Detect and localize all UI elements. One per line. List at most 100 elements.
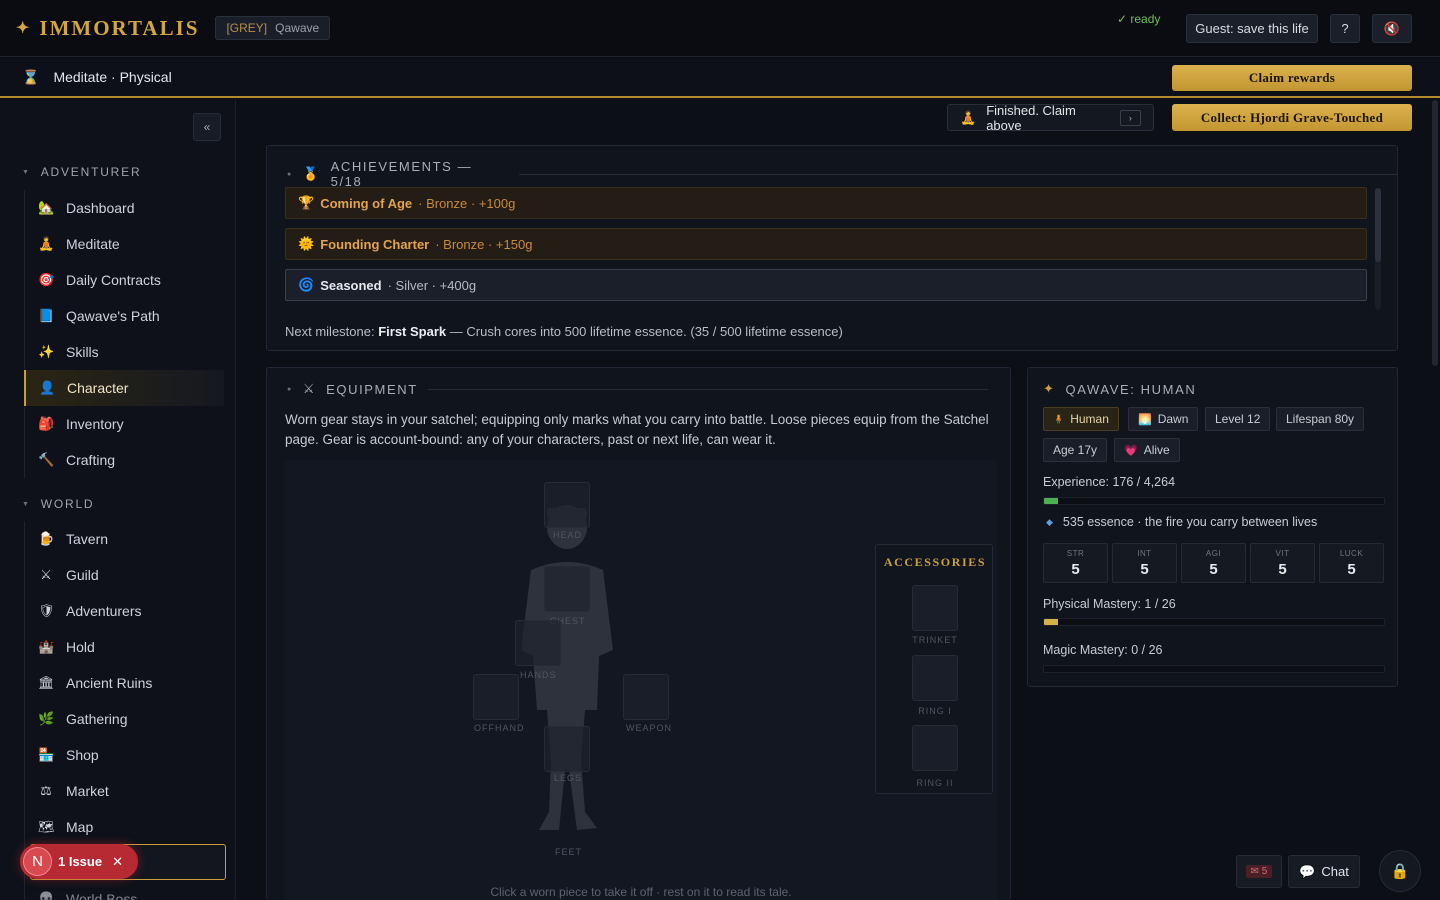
stat-key: LUCK bbox=[1339, 549, 1364, 558]
help-button[interactable]: ? bbox=[1330, 14, 1360, 43]
offhand-slot[interactable] bbox=[473, 674, 519, 720]
sidebar-item-label: Qawave's Path bbox=[66, 308, 160, 324]
stat-key: VIT bbox=[1275, 549, 1290, 558]
sidebar-item-market[interactable]: ⚖ Market bbox=[25, 773, 224, 809]
beer-icon: 🍺 bbox=[38, 531, 55, 546]
weapon-slot[interactable] bbox=[623, 674, 669, 720]
chevron-down-icon: ▼ bbox=[22, 500, 31, 508]
divider bbox=[518, 173, 1397, 175]
achievement-item[interactable]: 🌀 Seasoned · Silver · +400g bbox=[285, 269, 1367, 301]
sidebar-item-character[interactable]: 👤 Character bbox=[24, 370, 224, 406]
sidebar-item-meditate[interactable]: 🧘 Meditate bbox=[25, 226, 224, 262]
sidebar-item-inventory[interactable]: 🎒 Inventory bbox=[25, 406, 224, 442]
collapse-sidebar-button[interactable]: « bbox=[193, 113, 221, 141]
meditate-icon: 🧘 bbox=[38, 236, 55, 251]
user-chip[interactable]: [GREY] Qawave bbox=[215, 16, 331, 40]
star-icon: ✦ bbox=[16, 20, 32, 37]
stat-value: 5 bbox=[1140, 561, 1149, 578]
sidebar-item-ancient-ruins[interactable]: 🏛 Ancient Ruins bbox=[25, 665, 224, 701]
scales-icon: ⚖ bbox=[40, 783, 52, 798]
app-logo[interactable]: ✦ IMMORTALIS bbox=[16, 16, 199, 41]
ring-2-slot-label: RING II bbox=[916, 778, 954, 788]
sidebar-item-path[interactable]: 📘 Qawave's Path bbox=[25, 298, 224, 334]
character-title: QAWAVE: HUMAN bbox=[1065, 381, 1197, 397]
sidebar-item-world-boss[interactable]: 💀 World Boss bbox=[25, 881, 224, 900]
section-world[interactable]: ▼ WORLD bbox=[22, 497, 94, 511]
sidebar-item-skills[interactable]: ✨ Skills bbox=[25, 334, 224, 370]
sidebar-item-shop[interactable]: 🏪 Shop bbox=[25, 737, 224, 773]
swirl-icon: 🌀 bbox=[298, 277, 315, 292]
sidebar-item-dashboard[interactable]: 🏡 Dashboard bbox=[25, 190, 224, 226]
hands-slot[interactable] bbox=[515, 620, 561, 666]
hammer-icon: 🔨 bbox=[38, 452, 55, 467]
lifespan-tag: Lifespan 80y bbox=[1276, 407, 1365, 431]
experience-label: Experience: 176 / 4,264 bbox=[1043, 475, 1176, 489]
stat-key: INT bbox=[1137, 549, 1152, 558]
chat-button[interactable]: 💬 Chat bbox=[1288, 855, 1360, 888]
achievement-item[interactable]: 🌞 Founding Charter · Bronze · +150g bbox=[285, 228, 1367, 260]
stat-value: 5 bbox=[1209, 561, 1218, 578]
achievement-name: Founding Charter bbox=[320, 236, 430, 252]
page-scrollbar[interactable] bbox=[1432, 100, 1438, 366]
sidebar-item-label: Guild bbox=[66, 567, 99, 583]
sidebar-item-gathering[interactable]: 🌿 Gathering bbox=[25, 701, 224, 737]
chat-label: Chat bbox=[1321, 864, 1349, 879]
sidebar-item-guild[interactable]: ⚔ Guild bbox=[25, 557, 224, 593]
sidebar-item-map[interactable]: 🗺 Map bbox=[25, 809, 224, 845]
sidebar-item-crafting[interactable]: 🔨 Crafting bbox=[25, 442, 224, 478]
character-panel: ✦ QAWAVE: HUMAN 🧍 Human 🌅 Dawn Level 12 Li… bbox=[1027, 367, 1398, 687]
sidebar-item-tavern[interactable]: 🍺 Tavern bbox=[25, 521, 224, 557]
chest-slot[interactable] bbox=[544, 566, 590, 612]
activity-label: Meditate · Physical bbox=[53, 69, 172, 85]
speaker-muted-icon[interactable]: 🔇 bbox=[1372, 14, 1412, 43]
finished-expand-button[interactable]: › bbox=[1119, 109, 1141, 126]
trinket-slot[interactable] bbox=[912, 585, 958, 631]
tag-label: Dawn bbox=[1157, 412, 1189, 426]
equipment-header[interactable]: ● ⚔ EQUIPMENT bbox=[287, 381, 988, 397]
temple-icon: 🏛 bbox=[38, 675, 55, 690]
age-tag: Age 17y bbox=[1043, 438, 1108, 462]
skull-icon: 💀 bbox=[38, 891, 55, 900]
physical-mastery-bar bbox=[1043, 618, 1385, 626]
achievement-detail: · Bronze · +100g bbox=[418, 195, 516, 211]
sparkle-icon: ✨ bbox=[38, 344, 55, 359]
head-slot[interactable] bbox=[544, 482, 590, 528]
sun-icon: 🌞 bbox=[298, 236, 315, 251]
sidebar-item-label: Shop bbox=[66, 747, 99, 763]
achievements-header[interactable]: ● 🏅 ACHIEVEMENTS — 5/18 bbox=[287, 159, 1397, 189]
character-header: ✦ QAWAVE: HUMAN bbox=[1043, 381, 1196, 397]
achievement-item[interactable]: 🏆 Coming of Age · Bronze · +100g bbox=[285, 187, 1367, 219]
lock-icon[interactable]: 🔒 bbox=[1379, 850, 1421, 892]
close-icon[interactable]: ✕ bbox=[112, 854, 123, 870]
home-icon: 🏡 bbox=[38, 200, 55, 215]
claim-rewards-button[interactable]: Claim rewards bbox=[1172, 65, 1412, 91]
equipment-panel: ● ⚔ EQUIPMENT Worn gear stays in your sa… bbox=[266, 367, 1011, 900]
section-adventurer[interactable]: ▼ ADVENTURER bbox=[22, 165, 141, 179]
sidebar-item-label: Adventurers bbox=[66, 603, 142, 619]
ring-2-slot[interactable] bbox=[912, 725, 958, 771]
paperdoll-area: HEAD CHEST HANDS OFFHAND WEAPON LEGS FEE… bbox=[285, 460, 997, 900]
stat-key: STR bbox=[1066, 549, 1085, 558]
ring-1-slot[interactable] bbox=[912, 655, 958, 701]
sidebar-item-label: World Boss bbox=[66, 891, 138, 900]
nav-adventurer: 🏡 Dashboard 🧘 Meditate 🎯 Daily Contracts 📘 Q… bbox=[24, 190, 224, 478]
stat-value: 5 bbox=[1071, 561, 1080, 578]
sidebar-item-label: Skills bbox=[66, 344, 99, 360]
sidebar-item-hold[interactable]: 🏰 Hold bbox=[25, 629, 224, 665]
sidebar-item-daily-contracts[interactable]: 🎯 Daily Contracts bbox=[25, 262, 224, 298]
trophy-icon: 🏆 bbox=[298, 195, 315, 210]
race-tag: 🧍 Human bbox=[1043, 407, 1119, 431]
mail-count: ✉ 5 bbox=[1245, 865, 1273, 878]
diamond-icon: ◆ bbox=[1046, 517, 1053, 527]
finished-label: Finished. Claim above bbox=[986, 102, 1076, 133]
legs-slot[interactable] bbox=[544, 726, 590, 772]
achievements-scrollbar[interactable] bbox=[1375, 188, 1381, 310]
achievements-panel: ● 🏅 ACHIEVEMENTS — 5/18 🏆 Coming of Age … bbox=[266, 145, 1398, 351]
feet-slot[interactable] bbox=[544, 800, 590, 846]
save-life-button[interactable]: Guest: save this life bbox=[1186, 14, 1318, 43]
issue-badge[interactable]: N 1 Issue ✕ bbox=[20, 844, 138, 879]
mail-button[interactable]: ✉ 5 bbox=[1236, 855, 1282, 888]
sidebar-item-adventurers[interactable]: 🛡 Adventurers bbox=[25, 593, 224, 629]
collect-button[interactable]: Collect: Hjordi Grave-Touched bbox=[1172, 104, 1412, 131]
person-icon: 👤 bbox=[39, 380, 56, 395]
